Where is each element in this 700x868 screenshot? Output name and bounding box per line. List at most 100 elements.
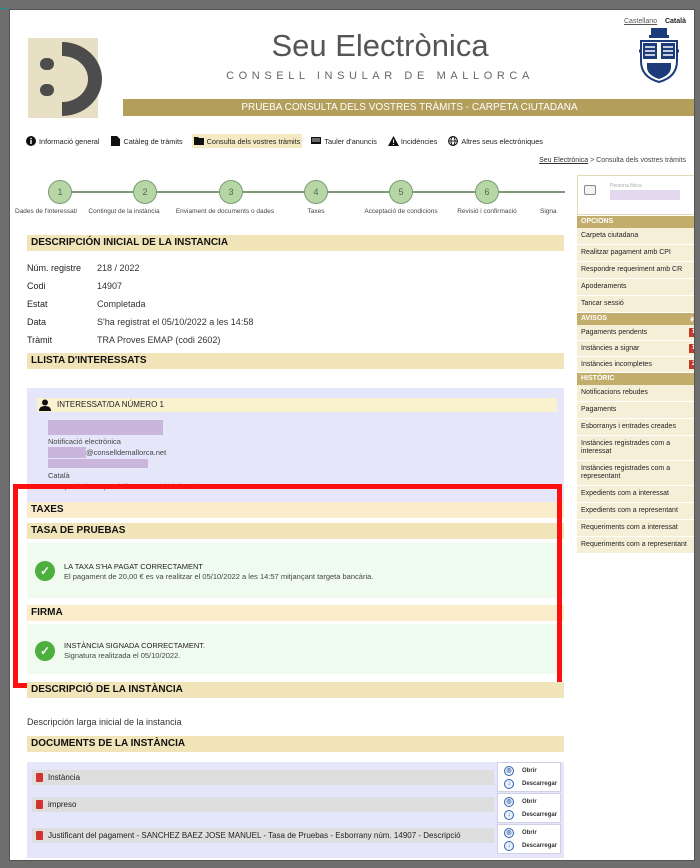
consell-crest-icon[interactable] bbox=[637, 27, 681, 83]
descarregar-button[interactable]: ↓ Descarregar bbox=[500, 809, 558, 821]
document-name: impreso bbox=[48, 800, 77, 809]
sidebar-item-expedients-interessat[interactable]: Expedients com a interessat bbox=[577, 486, 694, 503]
historic-heading: HISTÒRIC bbox=[577, 373, 694, 385]
sidebar-item-instancies-signar[interactable]: Instàncies a signar 1 bbox=[577, 341, 694, 357]
sidebar-item-instancies-incompletes[interactable]: Instàncies incompletes 2 bbox=[577, 357, 694, 373]
descarregar-button[interactable]: ↓ Descarregar bbox=[500, 840, 558, 852]
info-value: 14907 bbox=[97, 281, 123, 291]
download-icon: ↓ bbox=[504, 810, 514, 820]
nav-altres-seus[interactable]: Altres seus electròniques bbox=[446, 134, 545, 148]
step-4-label: Taxes bbox=[307, 208, 325, 215]
download-icon: ↓ bbox=[504, 841, 514, 851]
step-2: 2 bbox=[133, 180, 157, 204]
sidebar-item-pagament-cpi[interactable]: Realitzar pagament amb CPI bbox=[577, 245, 694, 262]
notificacio-label: Notificació electrònica bbox=[48, 437, 121, 446]
sidebar-item-carpeta[interactable]: Carpeta ciutadana bbox=[577, 228, 694, 245]
warning-icon bbox=[387, 136, 399, 146]
document-actions: ◎ Obrir ↓ Descarregar bbox=[497, 762, 561, 792]
info-label: Núm. registre bbox=[27, 263, 82, 273]
sidebar-item-requeriments-interessat[interactable]: Requeriments com a interessat bbox=[577, 520, 694, 537]
nav-tauler-anuncis[interactable]: Tauler d'anuncis bbox=[309, 134, 379, 148]
breadcrumb-home-link[interactable]: Seu Electrònica bbox=[539, 157, 588, 164]
user-profile[interactable]: Persona física bbox=[577, 175, 694, 215]
nav-label: Altres seus electròniques bbox=[461, 136, 543, 146]
interessat-title-bar: INTERESSAT/DA NÚMERO 1 bbox=[37, 398, 557, 412]
nav-consulta-tramits[interactable]: Consulta dels vostres tràmits bbox=[191, 134, 303, 148]
sidebar-item-tancar-sessio[interactable]: Tancar sessió bbox=[577, 296, 694, 313]
step-4: 4 bbox=[304, 180, 328, 204]
email-domain: @conselldemallorca.net bbox=[86, 448, 167, 457]
document-row[interactable]: impreso bbox=[32, 797, 494, 812]
documents-heading: DOCUMENTS DE LA INSTÀNCIA bbox=[27, 736, 564, 752]
redacted-name bbox=[48, 420, 163, 435]
step-3: 3 bbox=[219, 180, 243, 204]
obrir-label: Obrir bbox=[522, 768, 537, 774]
globe-icon bbox=[448, 136, 459, 146]
info-label: Estat bbox=[27, 299, 48, 309]
idioma-value: Català bbox=[48, 471, 70, 480]
step-3-label: Enviament de documents o dades bbox=[175, 208, 275, 215]
logo-eye-top bbox=[40, 58, 54, 70]
document-icon bbox=[110, 136, 120, 146]
document-row[interactable]: Instància bbox=[32, 770, 494, 785]
sidebar-item-apoderaments[interactable]: Apoderaments bbox=[577, 279, 694, 296]
nav-label: Tauler d'anuncis bbox=[324, 136, 377, 146]
avisos-heading: AVISOS ⇄ bbox=[577, 313, 694, 325]
id-card-icon bbox=[584, 185, 596, 195]
nav-cataleg-tramits[interactable]: Catàleg de tràmits bbox=[108, 134, 184, 148]
breadcrumb-current: > Consulta dels vostres tràmits bbox=[588, 157, 686, 164]
seu-logo-icon[interactable] bbox=[28, 38, 118, 120]
nav-label: Informació general bbox=[39, 136, 100, 146]
count-badge: 2 bbox=[689, 360, 694, 369]
sidebar-item-expedients-representant[interactable]: Expedients com a representant bbox=[577, 503, 694, 520]
nav-informacio-general[interactable]: Informació general bbox=[24, 134, 101, 148]
language-switch: Castellano Català bbox=[624, 18, 686, 25]
pdf-icon bbox=[36, 831, 43, 840]
document-row[interactable]: Justificant del pagament - SANCHEZ BAEZ … bbox=[32, 828, 494, 843]
document-actions: ◎ Obrir ↓ Descarregar bbox=[497, 793, 561, 823]
sidebar-item-instancies-representant[interactable]: Instàncies registrades com a representan… bbox=[577, 461, 694, 486]
descarregar-button[interactable]: ↓ Descarregar bbox=[500, 778, 558, 790]
obrir-button[interactable]: ◎ Obrir bbox=[500, 827, 558, 839]
window-edge bbox=[0, 8, 9, 9]
lang-castellano-link[interactable]: Castellano bbox=[624, 18, 657, 25]
sidebar-item-esborranys[interactable]: Esborranys i entrades creades bbox=[577, 419, 694, 436]
redacted-address bbox=[48, 459, 148, 468]
page: Castellano Català Seu Electrònica CONSEL… bbox=[9, 9, 695, 861]
nav-incidencies[interactable]: Incidències bbox=[386, 134, 440, 148]
interessat-title: INTERESSAT/DA NÚMERO 1 bbox=[57, 400, 164, 409]
nav-label: Incidències bbox=[400, 136, 438, 146]
avisos-label: AVISOS bbox=[581, 315, 607, 322]
step-1: 1 bbox=[48, 180, 72, 204]
info-value: S'ha registrat el 05/10/2022 a les 14:58 bbox=[97, 317, 254, 327]
profile-type: Persona física bbox=[610, 183, 642, 189]
folder-icon bbox=[193, 136, 204, 146]
user-icon bbox=[39, 399, 51, 411]
lang-catala-current: Català bbox=[664, 18, 686, 25]
descarregar-label: Descarregar bbox=[522, 812, 558, 818]
sidebar-item-label: Instàncies a signar bbox=[581, 344, 640, 352]
sidebar-item-pagaments[interactable]: Pagaments bbox=[577, 402, 694, 419]
highlight-annotation bbox=[13, 484, 562, 688]
document-name: Instància bbox=[48, 773, 81, 782]
obrir-button[interactable]: ◎ Obrir bbox=[500, 765, 558, 777]
redacted-email-user bbox=[48, 447, 86, 458]
descarregar-label: Descarregar bbox=[522, 781, 558, 787]
sidebar-item-notificacions[interactable]: Notificacions rebudes bbox=[577, 385, 694, 402]
step-7-label: Signa bbox=[540, 208, 557, 215]
sidebar-item-requeriment-cr[interactable]: Respondre requeriment amb CR bbox=[577, 262, 694, 279]
step-6-label: Revisió i confirmació bbox=[457, 208, 517, 215]
document-actions: ◎ Obrir ↓ Descarregar bbox=[497, 824, 561, 854]
sidebar-item-instancies-interessat[interactable]: Instàncies registrades com a interessat bbox=[577, 436, 694, 461]
sidebar-item-requeriments-representant[interactable]: Requeriments com a representant bbox=[577, 537, 694, 554]
sidebar-item-pagaments-pendents[interactable]: Pagaments pendents 1 bbox=[577, 325, 694, 341]
interessats-heading: LLISTA D'INTERESSATS bbox=[27, 353, 564, 369]
obrir-button[interactable]: ◎ Obrir bbox=[500, 796, 558, 808]
procedure-banner: PRUEBA CONSULTA DELS VOSTRES TRÀMITS - C… bbox=[123, 99, 694, 116]
refresh-icon[interactable]: ⇄ bbox=[690, 313, 694, 325]
pdf-icon bbox=[36, 773, 43, 782]
sidebar-item-label: Instàncies incompletes bbox=[581, 360, 652, 368]
board-icon bbox=[311, 136, 322, 146]
download-icon: ↓ bbox=[504, 779, 514, 789]
open-icon: ◎ bbox=[504, 797, 514, 807]
